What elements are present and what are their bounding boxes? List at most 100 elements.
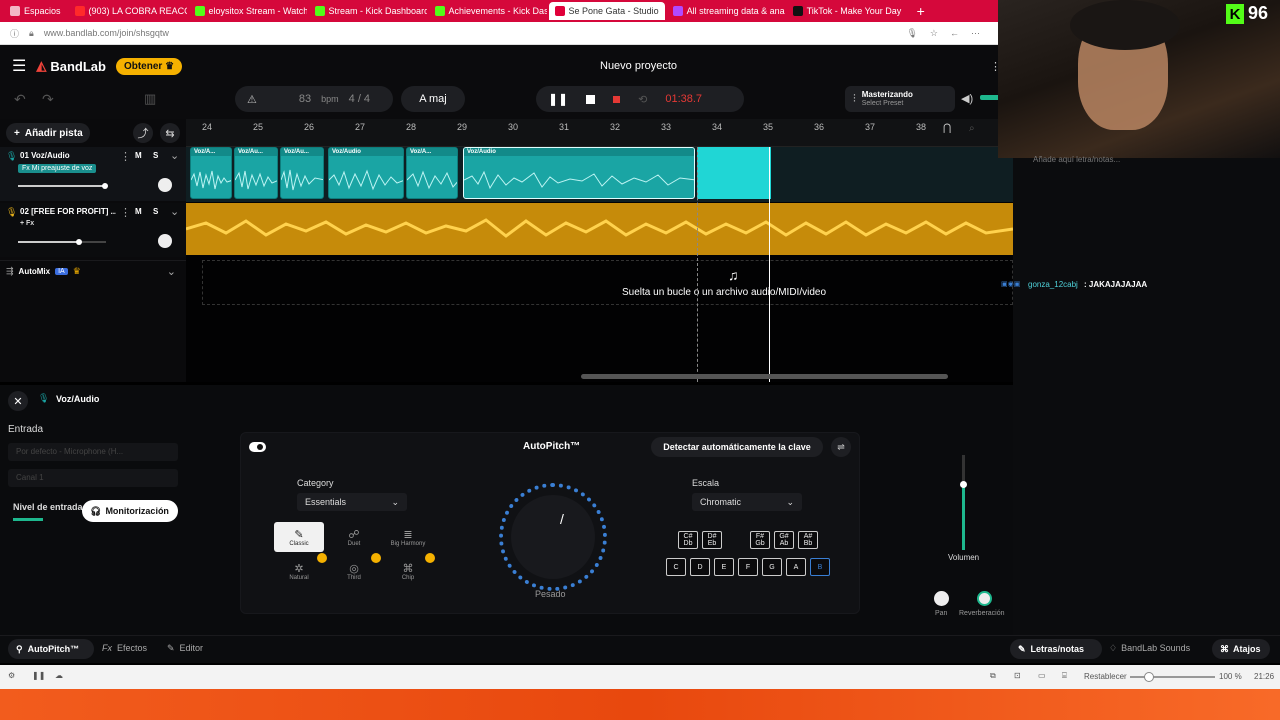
input-device-select[interactable]: Por defecto - Microphone (H... — [8, 443, 178, 461]
browser-tab[interactable]: Espacios — [4, 2, 67, 20]
key-b[interactable]: B — [810, 558, 830, 576]
key-d-sharp[interactable]: D# Eb — [702, 531, 722, 549]
track-settings-icon[interactable]: ⇆ — [160, 123, 180, 143]
key-c-sharp[interactable]: C# Db — [678, 531, 698, 549]
zoom-slider[interactable] — [1130, 672, 1215, 682]
browser-tab-active[interactable]: Se Pone Gata - Studio — [548, 2, 665, 20]
browser-tab[interactable]: (903) LA COBRA REACCION — [69, 2, 187, 20]
redo-icon[interactable]: ↷ — [42, 91, 54, 108]
record-icon[interactable] — [613, 95, 621, 103]
audio-clip[interactable]: Voz/Au... — [280, 147, 324, 199]
lyrics-button[interactable]: ✎ Letras/notas — [1010, 639, 1102, 659]
voice-preset-badge[interactable]: Fx Mi preajuste de voz — [18, 164, 97, 173]
cloud-icon[interactable]: ☁ — [55, 671, 63, 680]
zoom-icon[interactable]: ⌕ — [969, 123, 975, 134]
reset-zoom-button[interactable]: Restablecer — [1084, 672, 1127, 681]
get-button[interactable]: Obtener ♛ — [115, 57, 183, 75]
lyrics-placeholder[interactable]: Añade aquí letra/notas... — [1033, 155, 1120, 164]
metronome-icon[interactable]: ⚠︎ — [247, 93, 257, 106]
solo-button[interactable]: S — [153, 151, 158, 160]
automation-icon[interactable]: ⤴ — [133, 123, 153, 143]
stop-icon[interactable] — [586, 94, 596, 104]
capture-icon[interactable]: ⧉ — [990, 671, 996, 681]
chevron-down-icon[interactable]: ⌄ — [170, 149, 179, 162]
chevron-down-icon[interactable]: ⌄ — [167, 265, 176, 278]
horizontal-scrollbar[interactable] — [581, 374, 948, 379]
add-track-button[interactable]: + Añadir pista — [6, 123, 90, 143]
tab-effects[interactable]: Fx Efectos — [102, 643, 147, 653]
reverb-knob[interactable] — [977, 591, 992, 606]
key-f-sharp[interactable]: F# Gb — [750, 531, 770, 549]
settings-sliders-icon[interactable]: ⇌ — [831, 437, 851, 457]
audio-clip[interactable]: Voz/Audio — [328, 147, 404, 199]
mastering-selector[interactable]: ⫶ Masterizando Select Preset — [845, 86, 955, 112]
back-icon[interactable]: ← — [950, 28, 959, 39]
autopitch-toggle[interactable] — [249, 442, 266, 452]
new-tab-button[interactable]: + — [917, 3, 925, 19]
audio-clip[interactable]: Voz/Au... — [234, 147, 278, 199]
mute-button[interactable]: M — [135, 151, 142, 160]
key-g[interactable]: G — [762, 558, 782, 576]
pan-knob[interactable] — [158, 234, 172, 248]
preset-classic[interactable]: ✎ Classic — [274, 522, 324, 552]
volume-slider[interactable] — [18, 183, 108, 189]
bandlab-logo[interactable]: ◭ BandLab — [36, 58, 106, 74]
channel-select[interactable]: Canal 1 — [8, 469, 178, 487]
key-d[interactable]: D — [690, 558, 710, 576]
add-fx-button[interactable]: + Fx — [20, 220, 34, 227]
chevron-down-icon[interactable]: ⌄ — [170, 205, 179, 218]
key-g-sharp[interactable]: G# Ab — [774, 531, 794, 549]
preset-duet[interactable]: ☍ Duet — [329, 522, 379, 552]
volume-slider-thumb[interactable] — [76, 239, 82, 245]
detect-key-button[interactable]: Detectar automáticamente la clave — [651, 437, 823, 457]
volume-slider-thumb[interactable] — [102, 183, 108, 189]
bookmark-icon[interactable]: ☆ — [930, 28, 938, 39]
track-name[interactable]: 01 Voz/Audio — [20, 151, 70, 160]
settings-icon[interactable]: ⚙ — [8, 671, 15, 680]
audio-clip-selected[interactable]: Voz/Audio — [463, 147, 695, 199]
close-icon[interactable]: ✕ — [8, 391, 28, 411]
scale-select[interactable]: Chromatic ⌄ — [692, 493, 802, 511]
browser-tab[interactable]: All streaming data & analyt — [667, 2, 785, 20]
track-row-1[interactable]: 🎙︎ 01 Voz/Audio ⋮ M S ⌄ Fx Mi preajuste … — [0, 147, 186, 201]
preset-big-harmony[interactable]: ≣ Big Harmony — [383, 522, 433, 552]
track-row-2[interactable]: 🎙︎ 02 [FREE FOR PROFIT] ... ⋮ M S ⌄ + Fx — [0, 203, 186, 257]
playhead[interactable] — [769, 147, 770, 382]
key-a-sharp[interactable]: A# Bb — [798, 531, 818, 549]
tab-editor[interactable]: ✎ Editor — [167, 643, 203, 654]
monitor-button[interactable]: 🎧︎ Monitorización — [82, 500, 178, 522]
mute-button[interactable]: M — [135, 207, 142, 216]
magnet-icon[interactable]: ⋂ — [943, 123, 951, 134]
key-selector[interactable]: A maj — [401, 86, 465, 112]
sounds-button[interactable]: ♢ BandLab Sounds — [1109, 643, 1190, 654]
bpm-value[interactable]: 83 — [299, 93, 311, 105]
mic-icon[interactable]: 🎙︎ — [906, 28, 917, 39]
project-title[interactable]: Nuevo proyecto — [600, 60, 677, 72]
drop-zone[interactable] — [202, 260, 1013, 305]
images-icon[interactable]: ⌸ — [1062, 671, 1067, 681]
pan-knob[interactable] — [158, 178, 172, 192]
browser-tab[interactable]: Achievements - Kick Dashb — [429, 2, 547, 20]
solo-button[interactable]: S — [153, 207, 158, 216]
audio-clip[interactable]: Voz/A... — [406, 147, 458, 199]
loop-icon[interactable]: ⟲ — [638, 93, 647, 106]
preset-natural[interactable]: ✲ Natural — [274, 556, 324, 586]
info-icon[interactable]: ⓘ — [10, 27, 19, 40]
reader-icon[interactable]: ⊡ — [1014, 671, 1021, 680]
mixer-icon[interactable]: ▥ — [144, 91, 156, 107]
sidebar-icon[interactable]: ❚❚ — [32, 671, 45, 680]
hamburger-icon[interactable]: ☰ — [12, 56, 26, 76]
category-select[interactable]: Essentials ⌄ — [297, 493, 407, 511]
browser-tab[interactable]: eloysitox Stream - Watch L — [189, 2, 307, 20]
browser-tab[interactable]: TikTok - Make Your Day — [787, 2, 905, 20]
kebab-icon[interactable]: ⋮ — [120, 150, 131, 163]
pause-icon[interactable]: ❚❚ — [548, 92, 568, 106]
zoom-slider-thumb[interactable] — [1144, 672, 1154, 682]
time-signature[interactable]: 4 / 4 — [349, 93, 370, 105]
audio-clip[interactable]: Voz/A... — [190, 147, 232, 199]
key-c[interactable]: C — [666, 558, 686, 576]
speaker-icon[interactable]: ◀︎) — [961, 92, 973, 105]
browser-tab[interactable]: Stream - Kick Dashboard — [309, 2, 427, 20]
shortcuts-button[interactable]: ⌘ Atajos — [1212, 639, 1270, 659]
url-field[interactable]: www.bandlab.com/join/shsgqtw — [44, 28, 169, 38]
